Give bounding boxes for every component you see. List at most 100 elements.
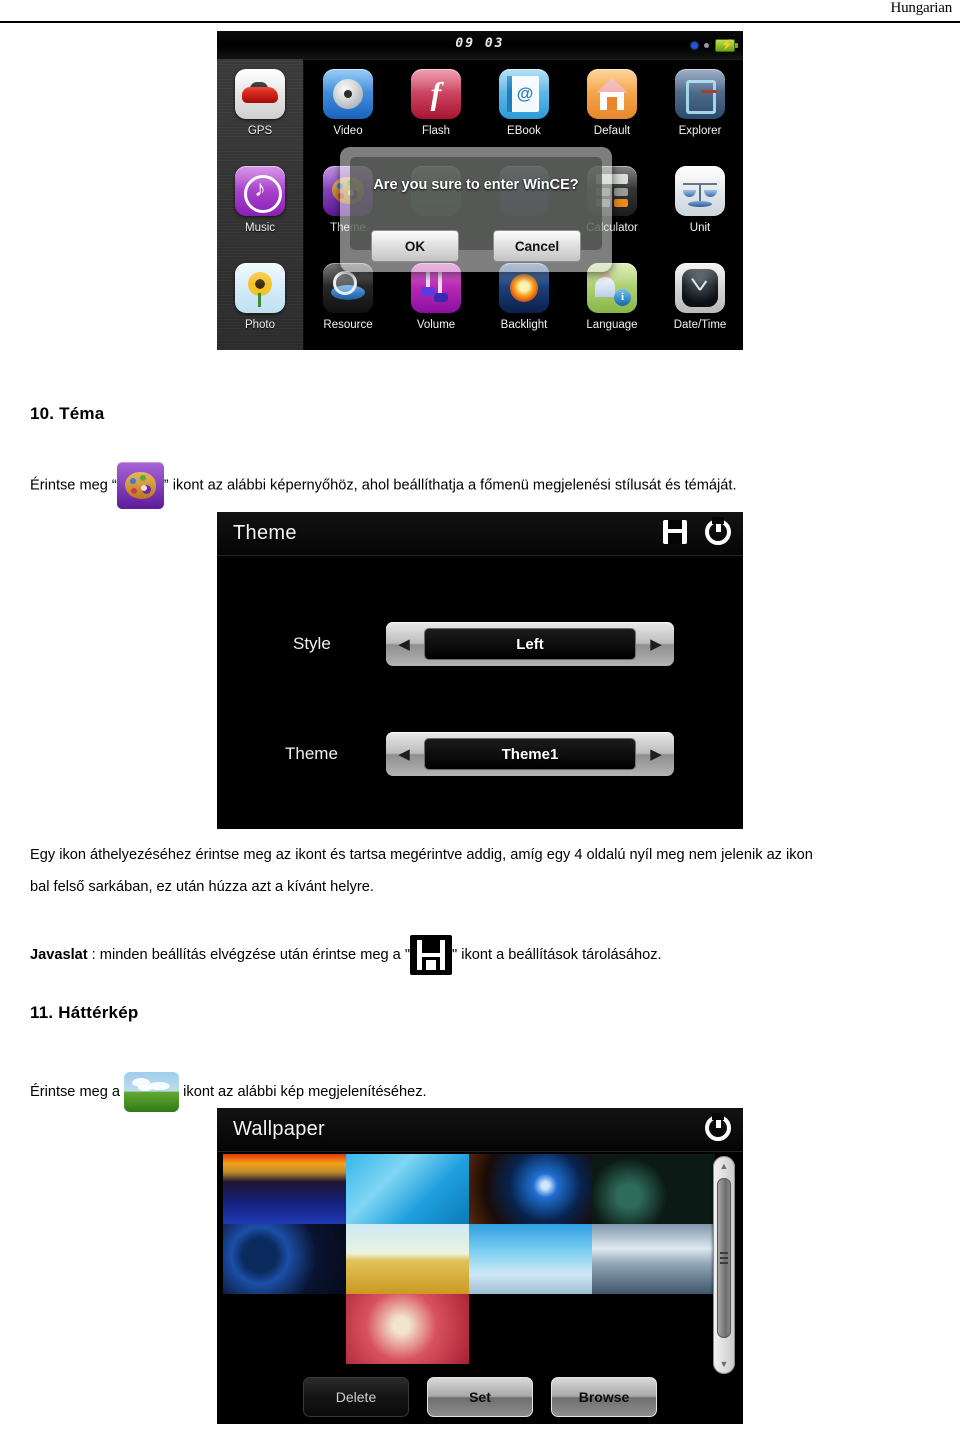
music-note-icon: ♪ — [235, 166, 285, 216]
app-item-label: Language — [586, 319, 638, 331]
scales-icon — [675, 166, 725, 216]
wallpaper-empty-cell — [223, 1294, 346, 1364]
wallpaper-intro-after: ikont az alábbi kép megjelenítéséhez. — [183, 1083, 427, 1100]
header-divider — [0, 21, 960, 23]
sunflower-icon — [235, 263, 285, 313]
ok-button[interactable]: OK — [371, 230, 459, 262]
app-item-label: Resource — [323, 319, 373, 331]
icon-row-1: GPS Video f Flash @ EBook Default Explor… — [217, 59, 743, 156]
header-language-label: Hungarian — [890, 0, 952, 16]
wallpaper-scrollbar[interactable]: ▲ ▼ — [713, 1156, 735, 1374]
set-button[interactable]: Set — [427, 1377, 533, 1417]
status-bar: 09 03 ⚡ — [217, 31, 743, 60]
wallpaper-grid-row — [223, 1154, 715, 1224]
app-item-label: Flash — [421, 125, 451, 137]
cancel-button[interactable]: Cancel — [493, 230, 581, 262]
sidebar-item-gps[interactable]: GPS — [217, 59, 303, 156]
confirm-dialog-actions: OK Cancel — [350, 230, 602, 262]
tip-label: Javaslat — [30, 946, 88, 963]
browse-button[interactable]: Browse — [551, 1377, 657, 1417]
wallpaper-title-bar: Wallpaper — [217, 1108, 743, 1152]
page-title: Theme — [233, 522, 297, 544]
app-item-label: Volume — [416, 319, 456, 331]
ebook-icon: @ — [499, 69, 549, 119]
wallpaper-thumbnail[interactable] — [592, 1154, 715, 1224]
wallpaper-thumbnail[interactable] — [469, 1224, 592, 1294]
save-floppy-icon[interactable] — [663, 520, 687, 544]
app-item-unit[interactable]: Unit — [657, 156, 743, 253]
tip-before: : minden beállítás elvégzése után érints… — [87, 946, 410, 963]
chevron-right-icon[interactable]: ▶ — [638, 745, 674, 763]
sidebar-item-label: Photo — [244, 319, 276, 331]
explorer-icon — [675, 69, 725, 119]
tip-after: " ikont a beállítások tárolásához. — [452, 946, 662, 963]
save-floppy-icon — [410, 935, 452, 975]
confirm-dialog: Are you sure to enter WinCE? OK Cancel — [340, 147, 612, 272]
battery-charging-icon: ⚡ — [715, 39, 738, 52]
style-row-label: Style — [293, 634, 331, 653]
palette-icon — [116, 462, 164, 509]
car-icon — [235, 69, 285, 119]
status-tray: ⚡ — [691, 39, 738, 52]
style-value: Left — [424, 628, 636, 660]
style-spinner[interactable]: ◀ Left ▶ — [386, 622, 674, 666]
page-header: Hungarian — [0, 0, 960, 22]
power-icon[interactable] — [705, 517, 731, 545]
status-clock: 09 03 — [455, 36, 505, 51]
delete-button[interactable]: Delete — [303, 1377, 409, 1417]
theme-intro-after: ” ikont az alábbi képernyőhöz, ahol beál… — [163, 477, 737, 494]
wallpaper-thumbnail[interactable] — [592, 1224, 715, 1294]
wallpaper-intro-before: Érintse meg a — [30, 1083, 121, 1100]
wallpaper-thumbnail[interactable] — [223, 1224, 346, 1294]
tip-paragraph: Javaslat : minden beállítás elvégzése ut… — [30, 935, 935, 975]
wallpaper-bar-actions — [705, 1113, 731, 1141]
app-item-video[interactable]: Video — [305, 59, 391, 156]
theme-intro-before: Érintse meg “ — [30, 477, 117, 494]
scroll-up-arrow-icon[interactable]: ▲ — [713, 1161, 735, 1171]
wallpaper-grid-row — [223, 1224, 715, 1294]
confirm-dialog-body: Are you sure to enter WinCE? OK Cancel — [350, 157, 602, 262]
wallpaper-thumbnail[interactable] — [223, 1154, 346, 1224]
clock-icon — [675, 263, 725, 313]
sidebar-item-music[interactable]: ♪ Music — [217, 156, 303, 253]
scroll-down-arrow-icon[interactable]: ▼ — [713, 1359, 735, 1369]
app-item-label: Default — [593, 125, 631, 137]
app-item-default[interactable]: Default — [569, 59, 655, 156]
theme-spinner[interactable]: ◀ Theme1 ▶ — [386, 732, 674, 776]
wallpaper-thumbnail[interactable] — [469, 1154, 592, 1224]
wallpaper-screenshot: Wallpaper ▲ ▼ Delete Set Browse — [217, 1108, 743, 1424]
app-item-datetime[interactable]: Date/Time — [657, 253, 743, 350]
indicator-dot-blue-icon — [691, 42, 698, 49]
app-item-label: Date/Time — [673, 319, 727, 331]
film-reel-icon — [323, 69, 373, 119]
scrollbar-thumb[interactable] — [717, 1178, 731, 1338]
sidebar-item-photo[interactable]: Photo — [217, 253, 303, 350]
power-icon[interactable] — [705, 1113, 731, 1141]
chevron-left-icon[interactable]: ◀ — [386, 745, 422, 763]
wallpaper-thumbnail[interactable] — [346, 1294, 469, 1364]
wallpaper-grid-row — [223, 1294, 715, 1364]
app-item-explorer[interactable]: Explorer — [657, 59, 743, 156]
bliss-wallpaper-icon — [124, 1072, 180, 1112]
wallpaper-action-buttons: Delete Set Browse — [217, 1377, 743, 1417]
sidebar-item-label: GPS — [247, 125, 273, 137]
theme-row-label: Theme — [285, 744, 338, 763]
chevron-right-icon[interactable]: ▶ — [638, 635, 674, 653]
drag-hint-line-2: bal felső sarkában, ez után húzza azt a … — [30, 879, 374, 895]
wallpaper-thumbnail[interactable] — [346, 1154, 469, 1224]
main-menu-screenshot: 09 03 ⚡ GPS Video f Flash @ EBook Defaul… — [217, 31, 743, 350]
wallpaper-thumbnail[interactable] — [346, 1224, 469, 1294]
app-item-label: EBook — [507, 125, 541, 137]
theme-bar-actions — [663, 517, 731, 545]
app-item-flash[interactable]: f Flash — [393, 59, 479, 156]
chevron-left-icon[interactable]: ◀ — [386, 635, 422, 653]
home-icon — [587, 69, 637, 119]
section-heading-wallpaper: 11. Háttérkép — [30, 1003, 139, 1022]
app-item-ebook[interactable]: @ EBook — [481, 59, 567, 156]
wallpaper-intro-paragraph: Érintse meg a ikont az alábbi kép megjel… — [30, 1072, 935, 1112]
theme-settings-screenshot: Theme Style ◀ Left ▶ Theme ◀ Theme1 ▶ — [217, 512, 743, 829]
sidebar-item-label: Music — [244, 222, 276, 234]
app-item-label: Unit — [689, 222, 711, 234]
app-item-label: Video — [333, 125, 363, 137]
app-item-label: Explorer — [678, 125, 722, 137]
